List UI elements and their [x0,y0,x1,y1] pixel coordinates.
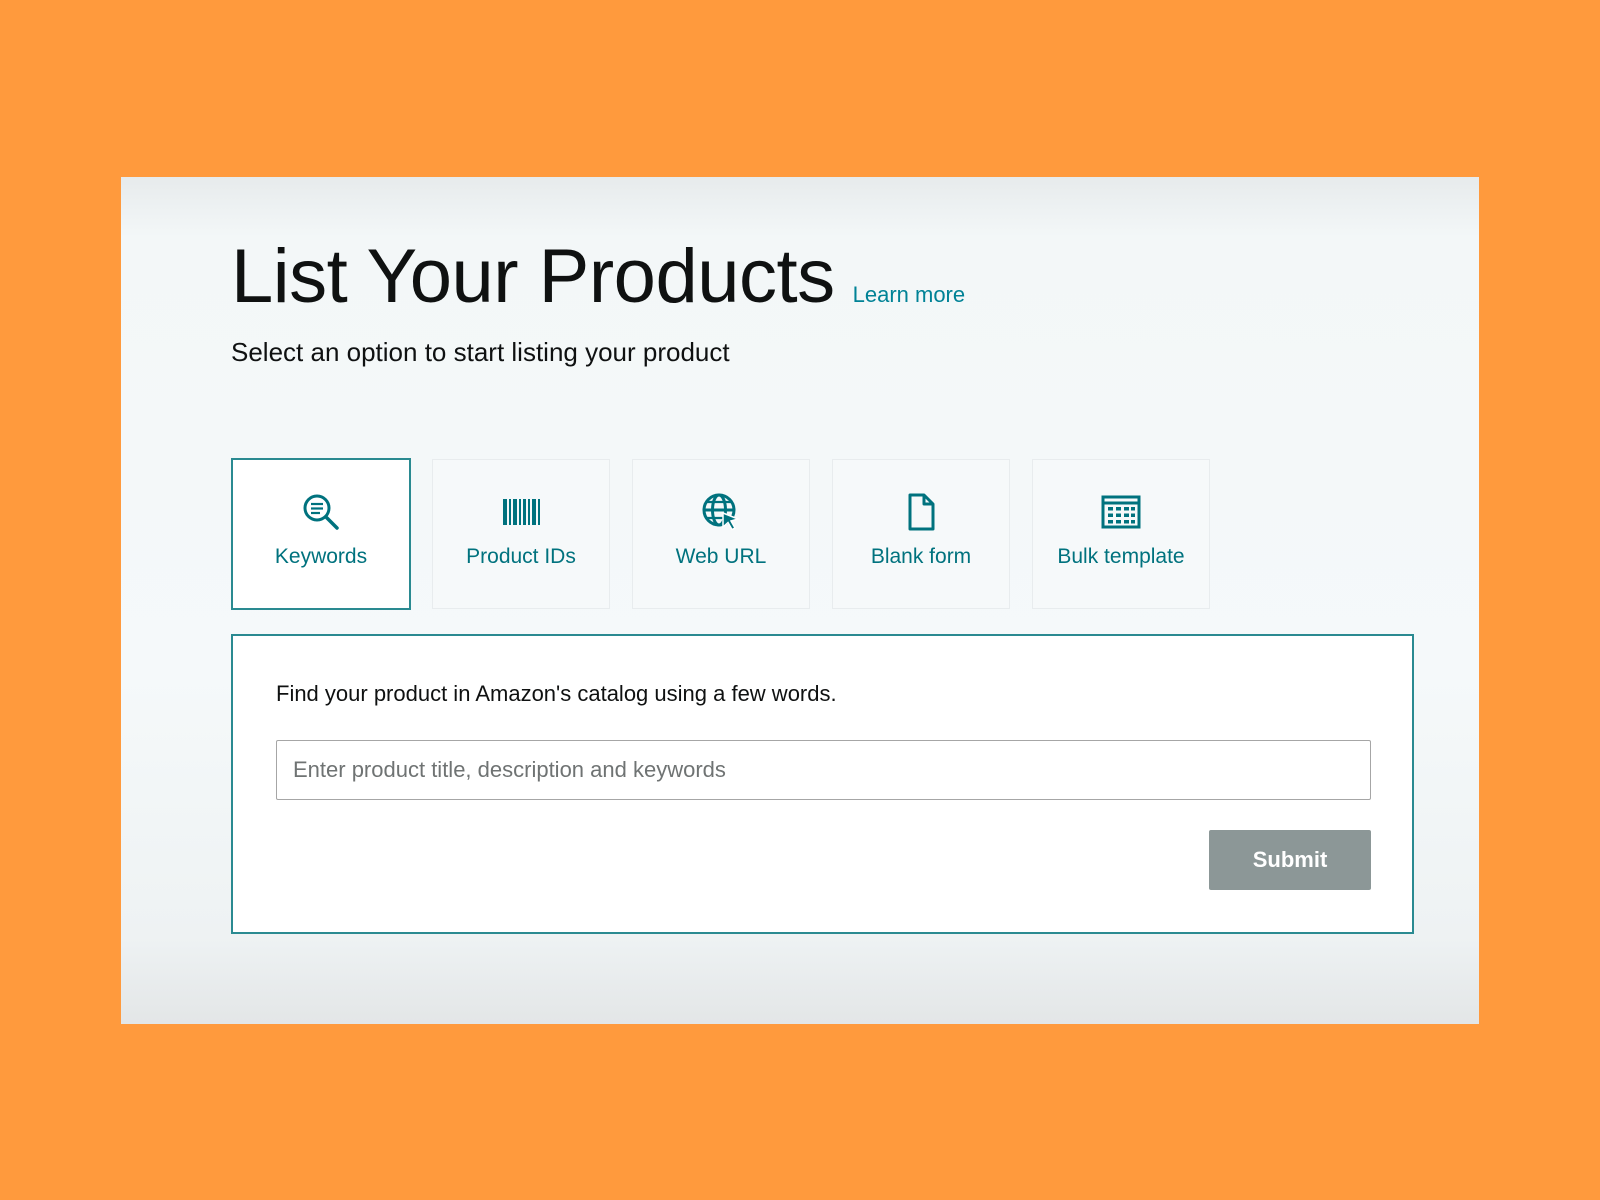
product-search-input[interactable] [276,740,1371,800]
tab-keywords[interactable]: Keywords [231,458,411,610]
submit-button[interactable]: Submit [1209,830,1371,890]
tab-web-url[interactable]: Web URL [632,459,810,609]
learn-more-link[interactable]: Learn more [853,282,966,308]
listing-option-tabs: Keywords Product IDs Web URL Blank form … [231,458,1232,610]
list-products-screen: List Your Products Learn more Select an … [121,177,1479,1024]
tab-blank-form[interactable]: Blank form [832,459,1010,609]
page-title: List Your Products [231,234,835,319]
tab-label-blank-form: Blank form [870,545,972,568]
page-subtitle: Select an option to start listing your p… [231,337,730,367]
tab-bulk-template[interactable]: Bulk template [1032,459,1210,609]
tab-label-product-ids: Product IDs [466,545,576,568]
tab-product-ids[interactable]: Product IDs [432,459,610,609]
keyword-search-panel: Find your product in Amazon's catalog us… [231,634,1414,934]
barcode-icon [500,491,542,533]
document-icon [900,491,942,533]
tab-label-bulk-template: Bulk template [1057,545,1185,568]
panel-instruction: Find your product in Amazon's catalog us… [276,681,837,706]
search-icon [300,491,342,533]
tab-label-keywords: Keywords [274,545,368,568]
globe-cursor-icon [700,491,742,533]
tab-label-web-url: Web URL [675,545,767,568]
title-row: List Your Products Learn more [231,233,965,320]
spreadsheet-icon [1100,491,1142,533]
